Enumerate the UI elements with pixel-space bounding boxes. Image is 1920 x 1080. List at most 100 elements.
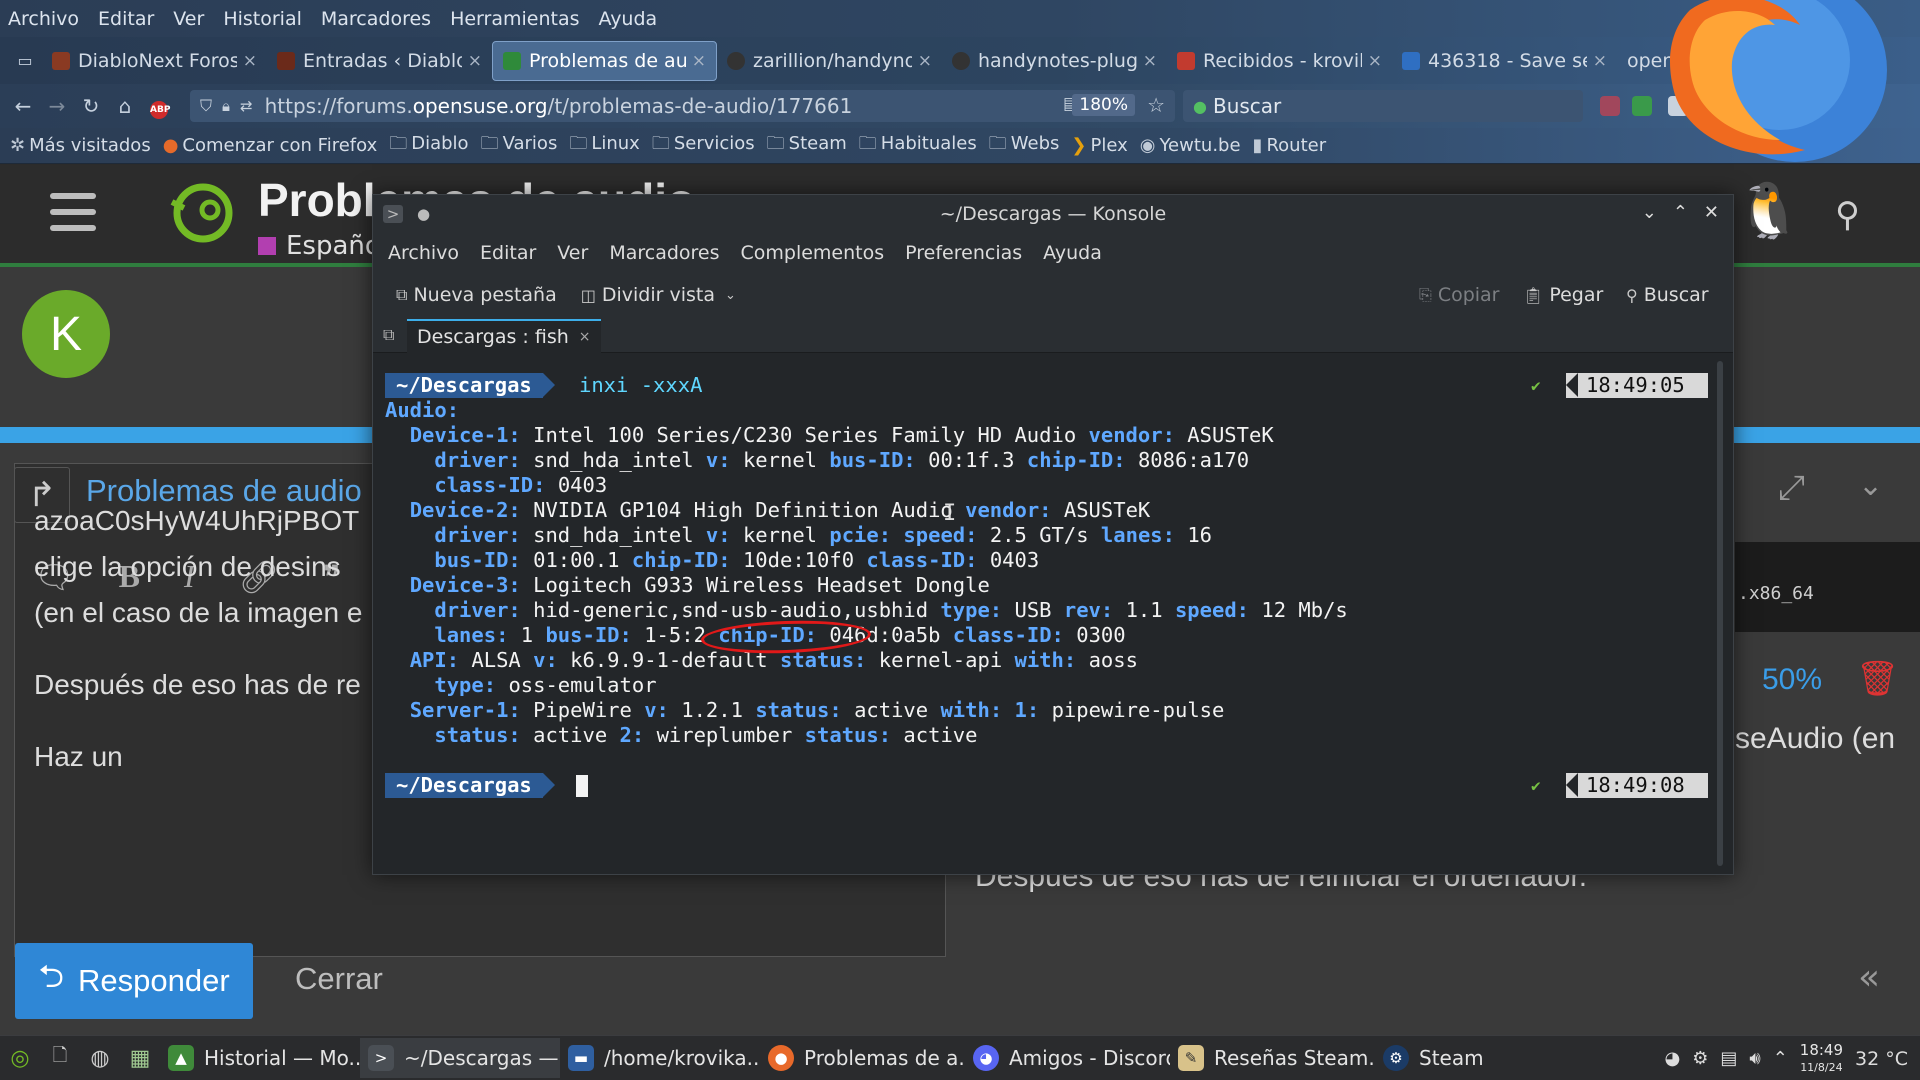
trash-icon[interactable]: 🗑︎ bbox=[1856, 659, 1899, 699]
home-icon[interactable]: ⌂ bbox=[108, 94, 142, 118]
search-icon[interactable]: ⚲ bbox=[1835, 195, 1860, 235]
browser-tab[interactable]: Recibidos - krovik × bbox=[1167, 41, 1392, 81]
bookmark-folder[interactable]: 🗀 Diablo bbox=[389, 131, 468, 161]
browser-menu-herramientas[interactable]: Herramientas bbox=[450, 8, 579, 30]
bookmark-folder[interactable]: 🗀 Habituales bbox=[859, 131, 977, 161]
minimize-icon[interactable]: ⌄ bbox=[1642, 202, 1657, 223]
expand-tray-icon[interactable]: ⌃ bbox=[1773, 1048, 1788, 1069]
browser-tab[interactable]: DiabloNext Foros × bbox=[42, 41, 267, 81]
browser-menu-ver[interactable]: Ver bbox=[173, 8, 204, 30]
browser-tab[interactable]: zarillion/handynotes × bbox=[717, 41, 942, 81]
bookmark-folder[interactable]: 🗀 Webs bbox=[989, 131, 1060, 161]
composer-text-line[interactable]: azoaC0sHyW4UhRjPBOT bbox=[34, 505, 359, 537]
konsole-tab[interactable]: Descargas : fish × bbox=[407, 319, 601, 353]
forward-icon[interactable]: → bbox=[40, 94, 74, 118]
split-view-button[interactable]: ◫ Dividir vista ⌄ bbox=[581, 284, 742, 306]
url-text[interactable]: https://forums.opensuse.org/t/problemas-… bbox=[265, 94, 853, 118]
new-tab-button[interactable]: ⧉ Nueva pestaña bbox=[396, 284, 557, 306]
weather-temperature[interactable]: 32 °C bbox=[1855, 1048, 1908, 1070]
browser-tab[interactable]: 436318 - Save se × bbox=[1392, 41, 1617, 81]
user-avatar-penguin-icon[interactable]: 🐧 bbox=[1735, 179, 1802, 243]
terminal-scrollbar[interactable] bbox=[1717, 361, 1723, 866]
bookmark-folder[interactable]: 🗀 Servicios bbox=[652, 131, 755, 161]
close-icon[interactable]: × bbox=[468, 51, 482, 71]
back-icon[interactable]: ← bbox=[6, 94, 40, 118]
konsole-menu-preferencias[interactable]: Preferencias bbox=[905, 242, 1022, 264]
tab-list-icon[interactable]: ▭ bbox=[8, 51, 42, 70]
zoom-level-badge[interactable]: 180% bbox=[1072, 94, 1135, 116]
reload-icon[interactable]: ↻ bbox=[74, 94, 108, 118]
clipboard-icon[interactable]: ▤ bbox=[1720, 1048, 1737, 1069]
konsole-menu-marcadores[interactable]: Marcadores bbox=[609, 242, 719, 264]
close-icon[interactable]: × bbox=[918, 51, 932, 71]
bookmark-item[interactable]: ◉ Yewtu.be bbox=[1140, 135, 1241, 156]
avatar[interactable]: K bbox=[22, 290, 110, 378]
clock[interactable]: 18:49 11/8/24 bbox=[1800, 1041, 1843, 1076]
composer-topic-title[interactable]: Problemas de audio bbox=[86, 473, 362, 509]
reply-button[interactable]: ⮌ Responder bbox=[15, 943, 253, 1019]
browser-menu-archivo[interactable]: Archivo bbox=[8, 8, 79, 30]
composer-text-line[interactable]: (en el caso de la imagen e bbox=[34, 597, 362, 629]
terminal-app-icon[interactable]: > bbox=[383, 205, 403, 223]
close-composer-link[interactable]: Cerrar bbox=[295, 961, 383, 997]
bookmark-star-icon[interactable]: ☆ bbox=[1147, 93, 1165, 117]
composer-text-line[interactable]: Haz un bbox=[34, 741, 123, 773]
bookmark-item[interactable]: ✲ Más visitados bbox=[10, 135, 151, 156]
task-item[interactable]: ✎ Reseñas Steam... bbox=[1170, 1038, 1375, 1078]
url-bar[interactable]: ⛉ 🔒︎ ⇄ https://forums.opensuse.org/t/pro… bbox=[190, 90, 1175, 122]
task-item[interactable]: ▬/home/krovika... bbox=[560, 1038, 760, 1078]
konsole-menu-ayuda[interactable]: Ayuda bbox=[1043, 242, 1102, 264]
close-icon[interactable]: × bbox=[1593, 51, 1607, 71]
task-item[interactable]: ⚙ Steam bbox=[1375, 1038, 1550, 1078]
composer-text-line[interactable]: elige la opción de desins bbox=[34, 551, 341, 583]
terminal-output[interactable]: ~/Descargas inxi -xxxA ✔ 18:49:05 Audio:… bbox=[381, 355, 1727, 870]
spectacle-icon[interactable]: ▦ bbox=[120, 1046, 160, 1071]
konsole-menu-ver[interactable]: Ver bbox=[557, 242, 588, 264]
shield-icon[interactable]: ⛉ bbox=[200, 96, 212, 116]
konsole-menu-archivo[interactable]: Archivo bbox=[388, 242, 459, 264]
bookmark-folder[interactable]: 🗀 Steam bbox=[767, 131, 847, 161]
browser-menu-editar[interactable]: Editar bbox=[98, 8, 154, 30]
bookmark-item[interactable]: ● Comenzar con Firefox bbox=[163, 135, 378, 156]
discord-tray-icon[interactable]: ◕ bbox=[1664, 1048, 1680, 1069]
close-icon[interactable]: × bbox=[1143, 51, 1157, 71]
task-item[interactable]: ◕ Amigos - Discord bbox=[965, 1038, 1170, 1078]
close-icon[interactable]: × bbox=[243, 51, 257, 71]
browser-icon[interactable]: ◍ bbox=[80, 1046, 120, 1071]
bookmark-item[interactable]: ❯ Plex bbox=[1071, 135, 1127, 156]
copy-button[interactable]: ⎘ Copiar bbox=[1419, 284, 1500, 306]
composer-text-line[interactable]: Después de eso has de re bbox=[34, 669, 361, 701]
opensuse-logo-icon[interactable] bbox=[168, 180, 234, 246]
bookmark-folder[interactable]: 🗀 Varios bbox=[481, 131, 558, 161]
task-item[interactable]: ▲ Historial — Mo... bbox=[160, 1038, 360, 1078]
close-icon[interactable]: ✕ bbox=[1704, 202, 1719, 223]
steam-tray-icon[interactable]: ⚙ bbox=[1692, 1048, 1708, 1069]
maximize-icon[interactable]: ⌃ bbox=[1673, 202, 1688, 223]
find-button[interactable]: ⚲ Buscar bbox=[1626, 284, 1709, 306]
task-item[interactable]: ● Problemas de a... bbox=[760, 1038, 965, 1078]
volume-icon[interactable]: 🔊︎ bbox=[1749, 1048, 1760, 1069]
expand-icon[interactable]: ⤢ bbox=[1778, 468, 1805, 508]
konsole-titlebar[interactable]: > ● ~/Descargas — Konsole ⌄ ⌃ ✕ bbox=[373, 195, 1733, 233]
browser-menu-marcadores[interactable]: Marcadores bbox=[321, 8, 431, 30]
image-scale-label[interactable]: 50% bbox=[1762, 663, 1822, 697]
app-launcher-icon[interactable]: ◎ bbox=[0, 1046, 40, 1071]
adblock-icon[interactable]: ABP bbox=[142, 93, 176, 119]
permissions-icon[interactable]: ⇄ bbox=[240, 97, 253, 115]
paste-button[interactable]: 📋︎ Pegar bbox=[1523, 284, 1603, 306]
browser-tab-active[interactable]: Problemas de audio × bbox=[492, 40, 717, 81]
lock-icon[interactable]: 🔒︎ bbox=[222, 97, 230, 115]
category-badge[interactable]: Español bbox=[258, 231, 388, 261]
konsole-menu-complementos[interactable]: Complementos bbox=[741, 242, 885, 264]
chevron-down-icon[interactable]: ⌄ bbox=[1858, 468, 1883, 503]
konsole-menu-editar[interactable]: Editar bbox=[480, 242, 536, 264]
browser-menu-historial[interactable]: Historial bbox=[223, 8, 302, 30]
browser-menu-ayuda[interactable]: Ayuda bbox=[598, 8, 657, 30]
search-input[interactable]: ● Buscar bbox=[1183, 90, 1583, 122]
bookmark-folder[interactable]: 🗀 Linux bbox=[569, 131, 640, 161]
tab-menu-icon[interactable]: ⧉ bbox=[383, 325, 394, 345]
pin-icon[interactable]: ● bbox=[417, 205, 430, 223]
task-item-active[interactable]: >~/Descargas —... bbox=[360, 1038, 560, 1078]
close-icon[interactable]: × bbox=[579, 329, 591, 345]
bookmark-item[interactable]: ▮ Router bbox=[1253, 135, 1327, 156]
